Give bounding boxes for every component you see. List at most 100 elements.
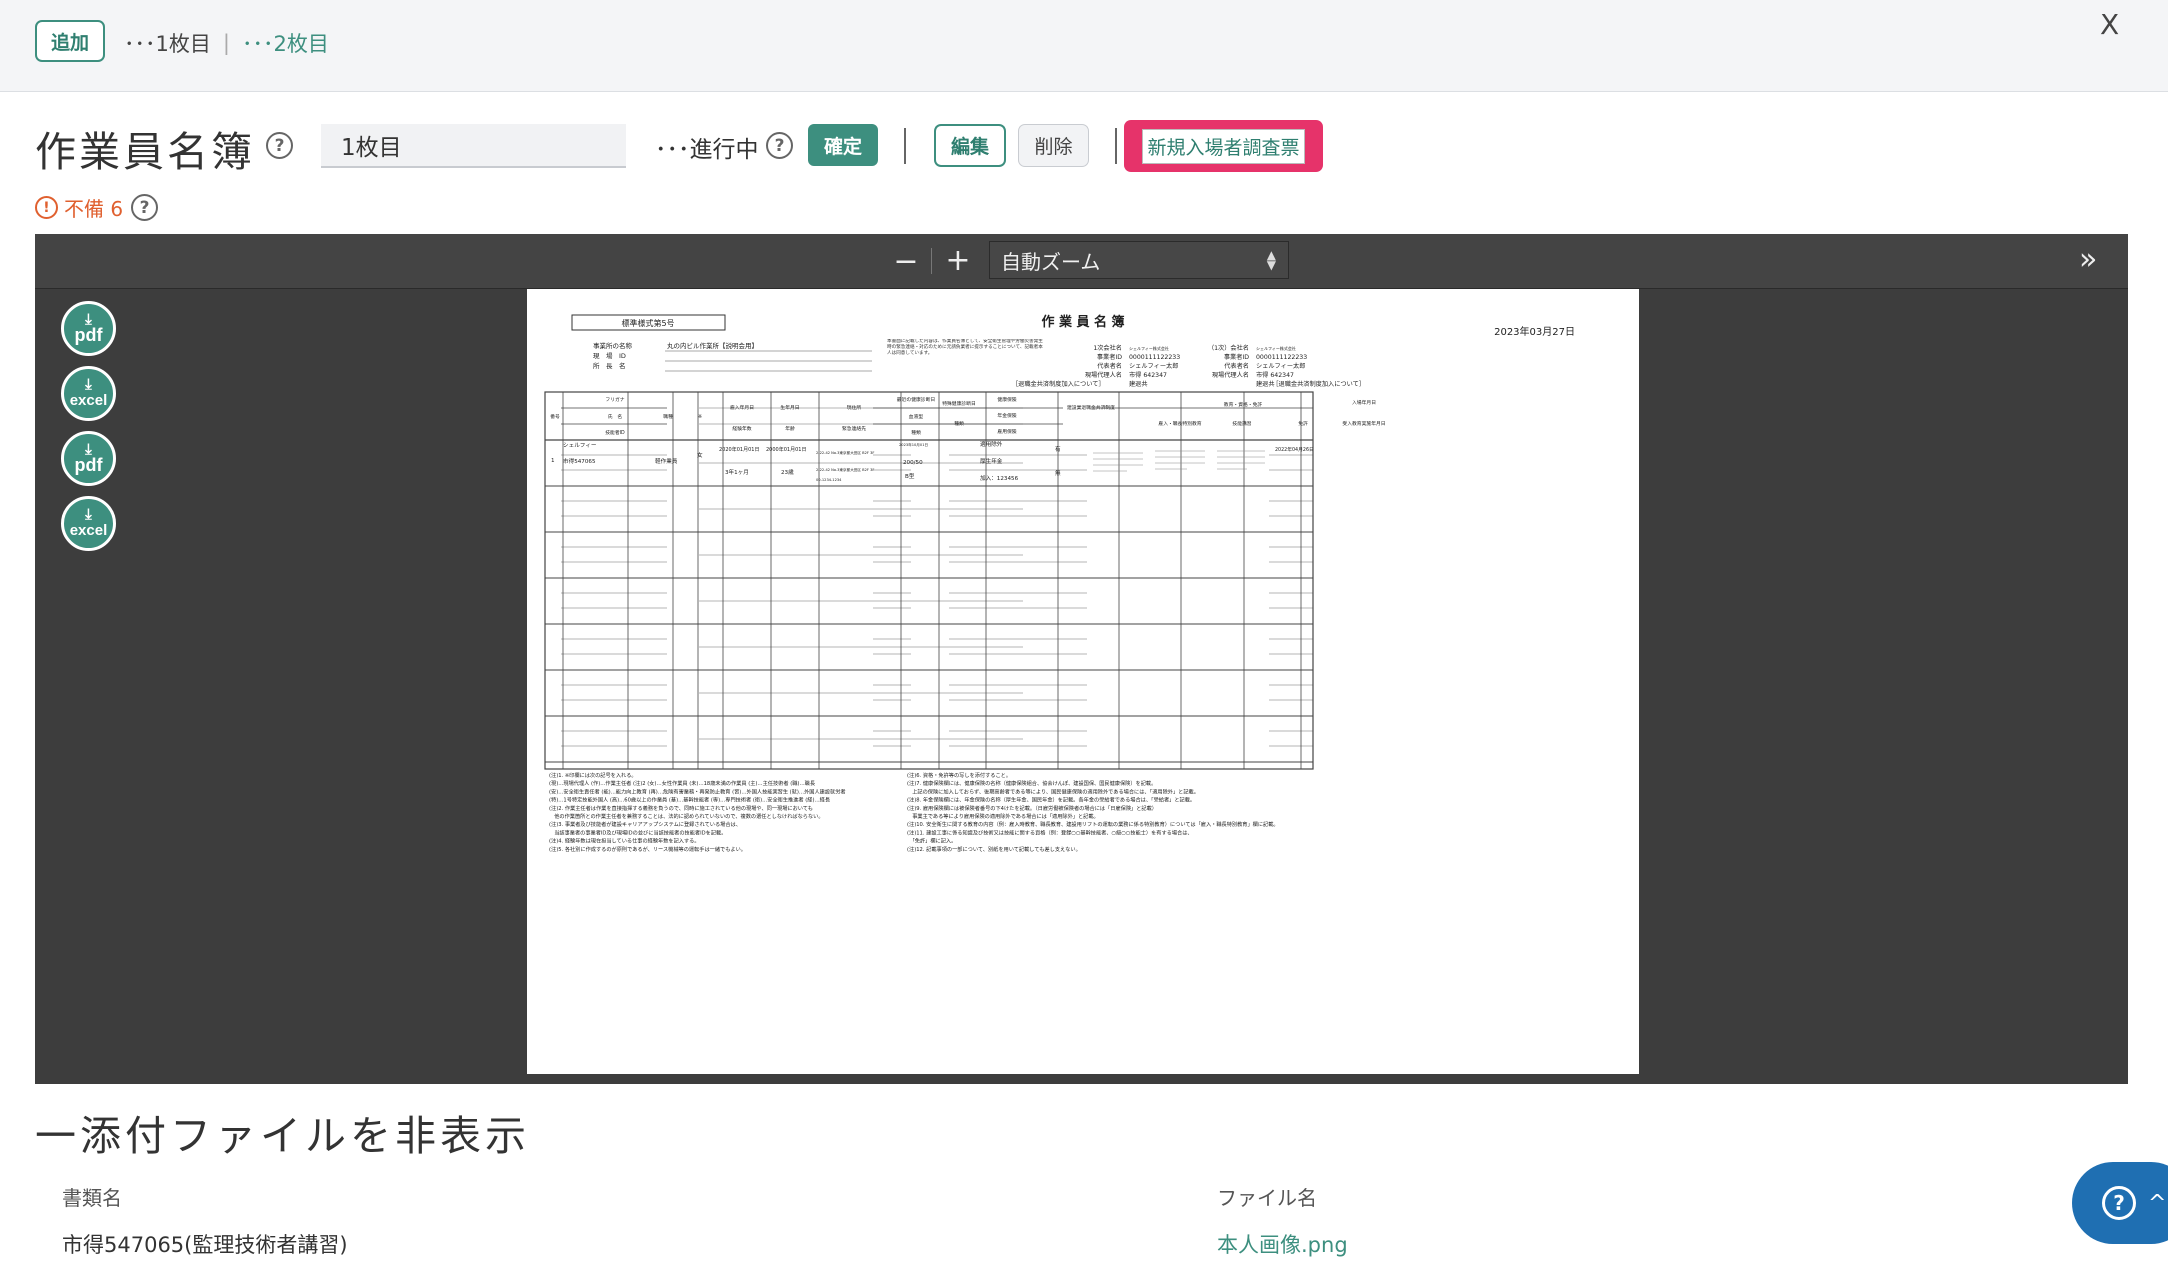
svg-text:年齢: 年齢 (785, 425, 795, 432)
toggle-attachments-button[interactable]: 一添付ファイルを非表示 (35, 1102, 530, 1162)
svg-text:［退職金共済制度加入について］: ［退職金共済制度加入について］ (1272, 380, 1365, 388)
download-excel-button[interactable]: ⤓ excel (61, 366, 116, 421)
svg-text:23歳: 23歳 (781, 468, 794, 476)
footnote-line: (注)7. 健康保険欄には、健康保険の名称（健康保険組合、協会けんぽ、建設国保、… (907, 779, 1156, 787)
footnote-line: (注)10. 安全衛生に関する教育の内容（例：雇入時教育、職長教育、建設用リフト… (907, 820, 1279, 828)
svg-text:受入教育実施年月日: 受入教育実施年月日 (1342, 420, 1385, 427)
svg-text:種類: 種類 (911, 429, 921, 436)
attachment-file-link[interactable]: 本人画像.png (1217, 1229, 1348, 1259)
svg-text:2000年01月01日: 2000年01月01日 (766, 446, 806, 453)
svg-text:番号: 番号 (550, 413, 560, 420)
footnote-line: (注)4. 経験年数は現在担当している仕事の経験年数を記入する。 (549, 837, 700, 845)
svg-text:市得 642347: 市得 642347 (1129, 371, 1167, 379)
svg-text:代表者名: 代表者名 (1097, 362, 1122, 370)
form-number: 標準様式第5号 (621, 318, 674, 328)
top-bar: 追加 ･･･1枚目 | ･･･2枚目 X (0, 0, 2168, 92)
svg-text:教育・資格・免許: 教育・資格・免許 (1224, 401, 1263, 408)
roster-table-header: 番号 フリガナ 氏 名 技能者ID 職種 ※ 雇入年月日 生年月日 現住所 最近… (550, 396, 1385, 436)
svg-text:血液型: 血液型 (909, 413, 924, 420)
zoom-out-button[interactable]: − (891, 244, 921, 279)
svg-text:年金保険: 年金保険 (997, 412, 1016, 419)
close-button[interactable]: X (2100, 8, 2119, 41)
svg-text:雇入年月日: 雇入年月日 (730, 404, 754, 411)
svg-text:フリガナ: フリガナ (605, 396, 624, 403)
svg-text:2-22-42 No.3東京都大田区 B2F 3F: 2-22-42 No.3東京都大田区 B2F 3F (816, 467, 874, 472)
add-button[interactable]: 追加 (35, 20, 105, 62)
svg-text:女: 女 (697, 451, 703, 459)
footnote-line: (注)11. 建設工事に係る知識及び技術又は技能に関する資格（例：登録○○基幹技… (907, 828, 1193, 836)
footnote-line: (注)9. 雇用保険欄には被保険者番号の下4けたを記載。（日雇労働被保険者の場合… (907, 804, 1157, 812)
svg-text:市得547065: 市得547065 (563, 457, 596, 465)
footnote-line: (注)8. 年金保険欄には、年金保険の名称（厚生年金、国民年金）を記載。各年金の… (907, 796, 1195, 804)
help-chat-button[interactable]: ? ^ (2072, 1162, 2168, 1244)
svg-text:免許: 免許 (1298, 420, 1308, 427)
pdf-viewer: − + 自動ズーム ▲ ▼ » ⤓ pdf ⤓ excel ⤓ pdf ⤓ exc… (35, 234, 2128, 1084)
manager-label: 所 長 名 (593, 361, 626, 370)
svg-text:シェルフィー: シェルフィー (563, 442, 597, 449)
svg-text:00-1234-1234: 00-1234-1234 (816, 478, 842, 482)
svg-text:無: 無 (1055, 469, 1061, 477)
svg-text:建設業退職金共済制度: 建設業退職金共済制度 (1067, 404, 1115, 411)
footnotes-left: (注)1. ※印欄には次の記号を入れる。(現)…現場代理人 (作)…作業主任者 … (549, 771, 846, 853)
footnote-line: (特)…1号特定技能外国人 (高)…60歳以上の作業員 (基)…基幹技能者 (専… (549, 796, 831, 804)
svg-text:氏 名: 氏 名 (608, 413, 623, 420)
svg-text:適用除外: 適用除外 (980, 440, 1003, 448)
sidebar-toggle-icon[interactable]: » (2079, 242, 2097, 277)
svg-text:生年月日: 生年月日 (780, 404, 799, 411)
svg-text:現場代理人名: 現場代理人名 (1212, 371, 1249, 379)
svg-text:種類: 種類 (954, 420, 964, 427)
svg-text:代表者名: 代表者名 (1224, 362, 1249, 370)
new-entry-survey-label: 新規入場者調査票 (1142, 128, 1305, 164)
deficiency-warning[interactable]: ! 不備 6 ? (35, 193, 159, 222)
svg-text:2022年04月26日: 2022年04月26日 (1275, 446, 1314, 453)
footnote-line: (注)1. ※印欄には次の記号を入れる。 (549, 771, 637, 779)
svg-text:シェルフィー株式会社: シェルフィー株式会社 (1129, 345, 1169, 351)
help-icon[interactable]: ? (266, 132, 293, 159)
sheet-tab-1[interactable]: ･･･1枚目 (124, 28, 211, 58)
svg-text:現場代理人名: 現場代理人名 (1085, 371, 1122, 379)
help-icon: ? (2102, 1186, 2136, 1220)
footnote-line: (注)5. 各社別に作成するのが原則であるが、リース機械等の運転手は一緒でもよい… (549, 845, 746, 853)
roster-table-grid (544, 391, 1314, 770)
zoom-in-button[interactable]: + (943, 243, 973, 278)
delete-button[interactable]: 削除 (1018, 124, 1089, 167)
new-entry-survey-button[interactable]: 新規入場者調査票 (1124, 120, 1323, 172)
confirm-button[interactable]: 確定 (808, 124, 878, 166)
footnote-line: 上記の保険に加入しておらず、後期高齢者である等により、国民健康保険の適用除外であ… (907, 787, 1199, 795)
svg-text:技能講習: 技能講習 (1232, 420, 1251, 427)
svg-text:軽作業員: 軽作業員 (655, 457, 678, 465)
download-pdf-button-2[interactable]: ⤓ pdf (61, 431, 116, 486)
status-help-icon[interactable]: ? (766, 132, 793, 159)
sheet-tab-2[interactable]: ･･･2枚目 (242, 28, 329, 58)
svg-text:シェルフィー太郎: シェルフィー太郎 (1129, 362, 1178, 370)
svg-text:1: 1 (551, 458, 555, 464)
download-excel-button-2[interactable]: ⤓ excel (61, 496, 116, 551)
select-arrows-icon: ▲ ▼ (1266, 248, 1276, 272)
worker-roster-document: 標準様式第5号 作 業 員 名 簿 2023年03月27日 事業所の名称 丸の内… (544, 314, 1575, 853)
svg-text:0000111122233: 0000111122233 (1256, 354, 1307, 361)
toolbar-divider (931, 248, 932, 274)
svg-text:経験年数: 経験年数 (732, 425, 751, 432)
svg-text:［退職金共済制度加入について］: ［退職金共済制度加入について］ (1012, 380, 1105, 388)
svg-text:事業者ID: 事業者ID (1224, 353, 1249, 361)
svg-text:有: 有 (1055, 445, 1061, 453)
attachment-document-name: 市得547065(監理技術者講習) (62, 1233, 348, 1257)
doc-date: 2023年03月27日 (1494, 325, 1575, 338)
svg-text:雇用保険: 雇用保険 (997, 428, 1016, 435)
roster-row-1: 1 シェルフィー 市得547065 軽作業員 女 2020年01月01日 200… (551, 440, 1314, 482)
download-icon: ⤓ (85, 504, 92, 523)
doc-title: 作 業 員 名 簿 (1041, 314, 1124, 330)
sheet-name-input[interactable] (321, 124, 626, 168)
svg-text:3年1ヶ月: 3年1ヶ月 (725, 468, 749, 476)
svg-text:技能者ID: 技能者ID (605, 429, 625, 436)
svg-text:2-22-42 No.3東京都大田区 B2F 3F: 2-22-42 No.3東京都大田区 B2F 3F (816, 450, 874, 455)
edit-button[interactable]: 編集 (934, 124, 1006, 167)
zoom-select-value: 自動ズーム (1001, 249, 1101, 274)
status-label: ･･･進行中 (655, 137, 759, 163)
warning-icon: ! (35, 196, 58, 219)
download-pdf-button[interactable]: ⤓ pdf (61, 301, 116, 356)
sheet-tab-separator: | (222, 31, 230, 55)
svg-text:B型: B型 (905, 472, 915, 480)
deficiency-help-icon[interactable]: ? (131, 194, 159, 221)
zoom-select[interactable]: 自動ズーム ▲ ▼ (989, 241, 1289, 279)
